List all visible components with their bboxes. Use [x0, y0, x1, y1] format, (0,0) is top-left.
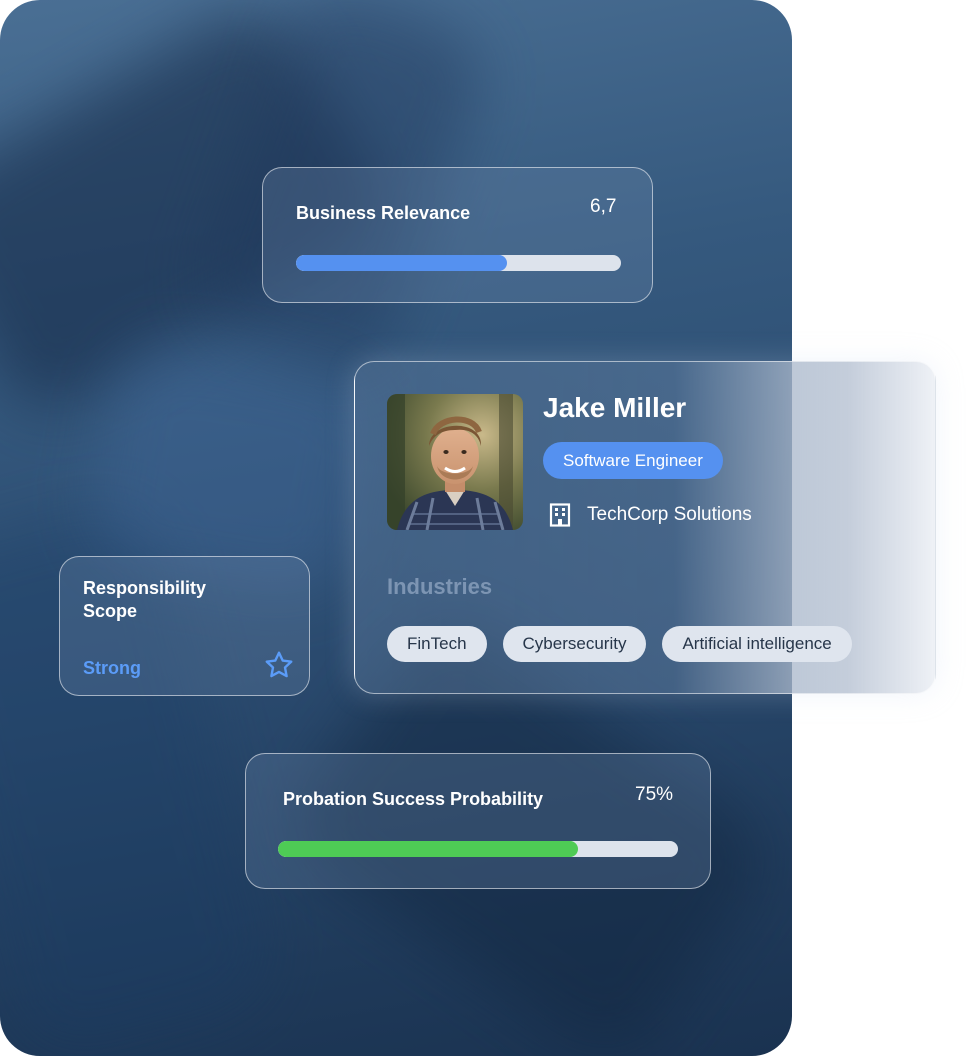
- probation-success-title: Probation Success Probability: [283, 789, 544, 809]
- responsibility-scope-title: Responsibility Scope: [83, 578, 207, 621]
- industry-tags: FinTech Cybersecurity Artificial intelli…: [387, 626, 852, 662]
- avatar: [387, 394, 523, 530]
- profile-name: Jake Miller: [543, 392, 687, 423]
- industries-label: Industries: [387, 574, 493, 599]
- responsibility-scope-value: Strong: [83, 658, 141, 678]
- business-relevance-progress-fill: [296, 255, 508, 271]
- business-relevance-value: 6,7: [590, 196, 617, 217]
- industry-tag-ai[interactable]: Artificial intelligence: [662, 626, 852, 662]
- building-icon: [549, 503, 571, 527]
- industry-tag-cybersecurity[interactable]: Cybersecurity: [502, 626, 647, 662]
- probation-success-value: 75%: [635, 784, 674, 805]
- business-relevance-progress-track: [296, 255, 621, 271]
- business-relevance-title: Business Relevance: [296, 203, 471, 223]
- company-name: TechCorp Solutions: [587, 504, 752, 525]
- role-badge: Software Engineer: [543, 442, 723, 479]
- probation-success-card: Probation Success Probability 75%: [245, 753, 711, 889]
- industry-tag-fintech[interactable]: FinTech: [387, 626, 487, 662]
- probation-success-progress-track: [278, 841, 678, 857]
- business-relevance-card: Business Relevance 6,7: [262, 167, 653, 303]
- probation-success-progress-fill: [278, 841, 578, 857]
- profile-card[interactable]: Jake Miller Software Engineer TechCorp S…: [354, 361, 936, 694]
- responsibility-scope-card: Responsibility Scope Strong: [59, 556, 310, 696]
- star-icon[interactable]: [263, 649, 295, 681]
